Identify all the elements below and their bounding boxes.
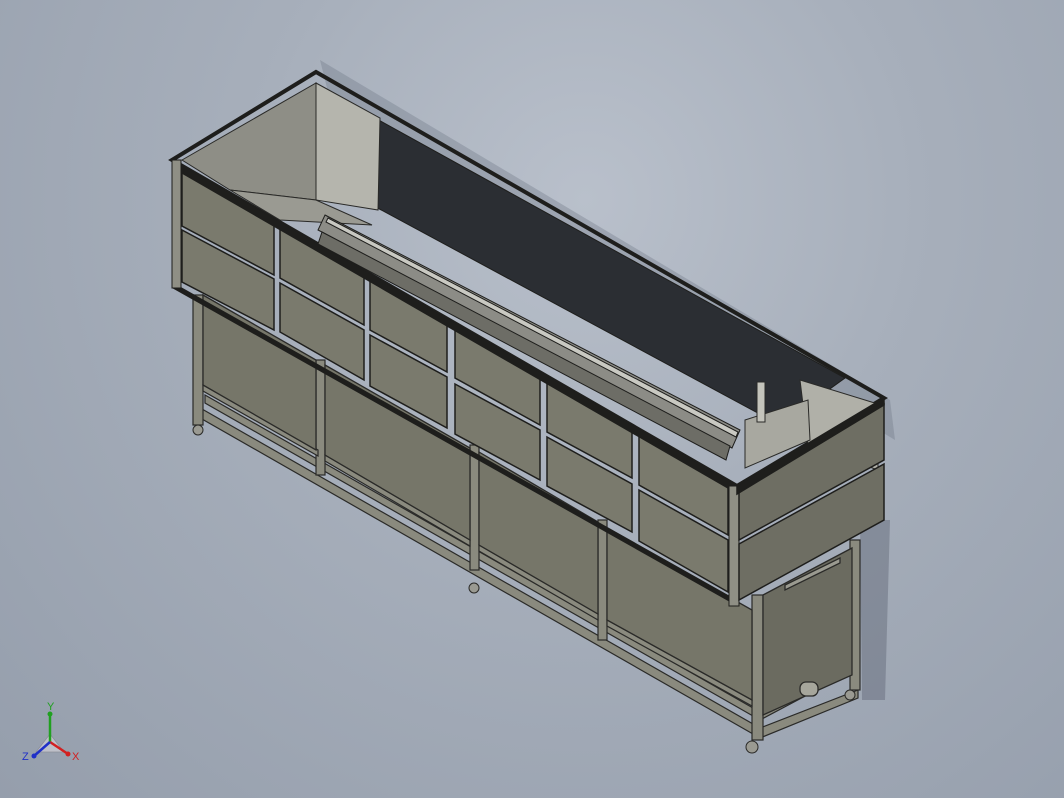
caster-mid bbox=[468, 582, 480, 594]
x-axis-tip bbox=[65, 751, 71, 757]
shadow-right bbox=[860, 520, 890, 700]
sensor-post bbox=[756, 381, 766, 423]
orientation-triad[interactable]: Y X Z bbox=[18, 700, 88, 770]
leg-front-right bbox=[751, 594, 764, 741]
leg-mid-1 bbox=[315, 359, 326, 476]
leg-mid-3 bbox=[597, 519, 608, 641]
front-right-post bbox=[728, 485, 740, 607]
y-axis-label: Y bbox=[47, 701, 55, 713]
leg-mid-2 bbox=[469, 444, 480, 571]
drain-valve bbox=[799, 681, 819, 697]
caster-front-left bbox=[192, 424, 204, 436]
machine-model[interactable] bbox=[0, 0, 1064, 798]
z-axis-tip bbox=[31, 753, 37, 759]
caster-back-right bbox=[844, 689, 856, 701]
front-left-post bbox=[171, 159, 182, 289]
caster-front-right bbox=[745, 740, 759, 754]
z-axis-label: Z bbox=[22, 751, 29, 763]
cad-viewport[interactable]: Y X Z bbox=[0, 0, 1064, 798]
x-axis-label: X bbox=[72, 751, 80, 763]
leg-front-left bbox=[192, 294, 204, 426]
